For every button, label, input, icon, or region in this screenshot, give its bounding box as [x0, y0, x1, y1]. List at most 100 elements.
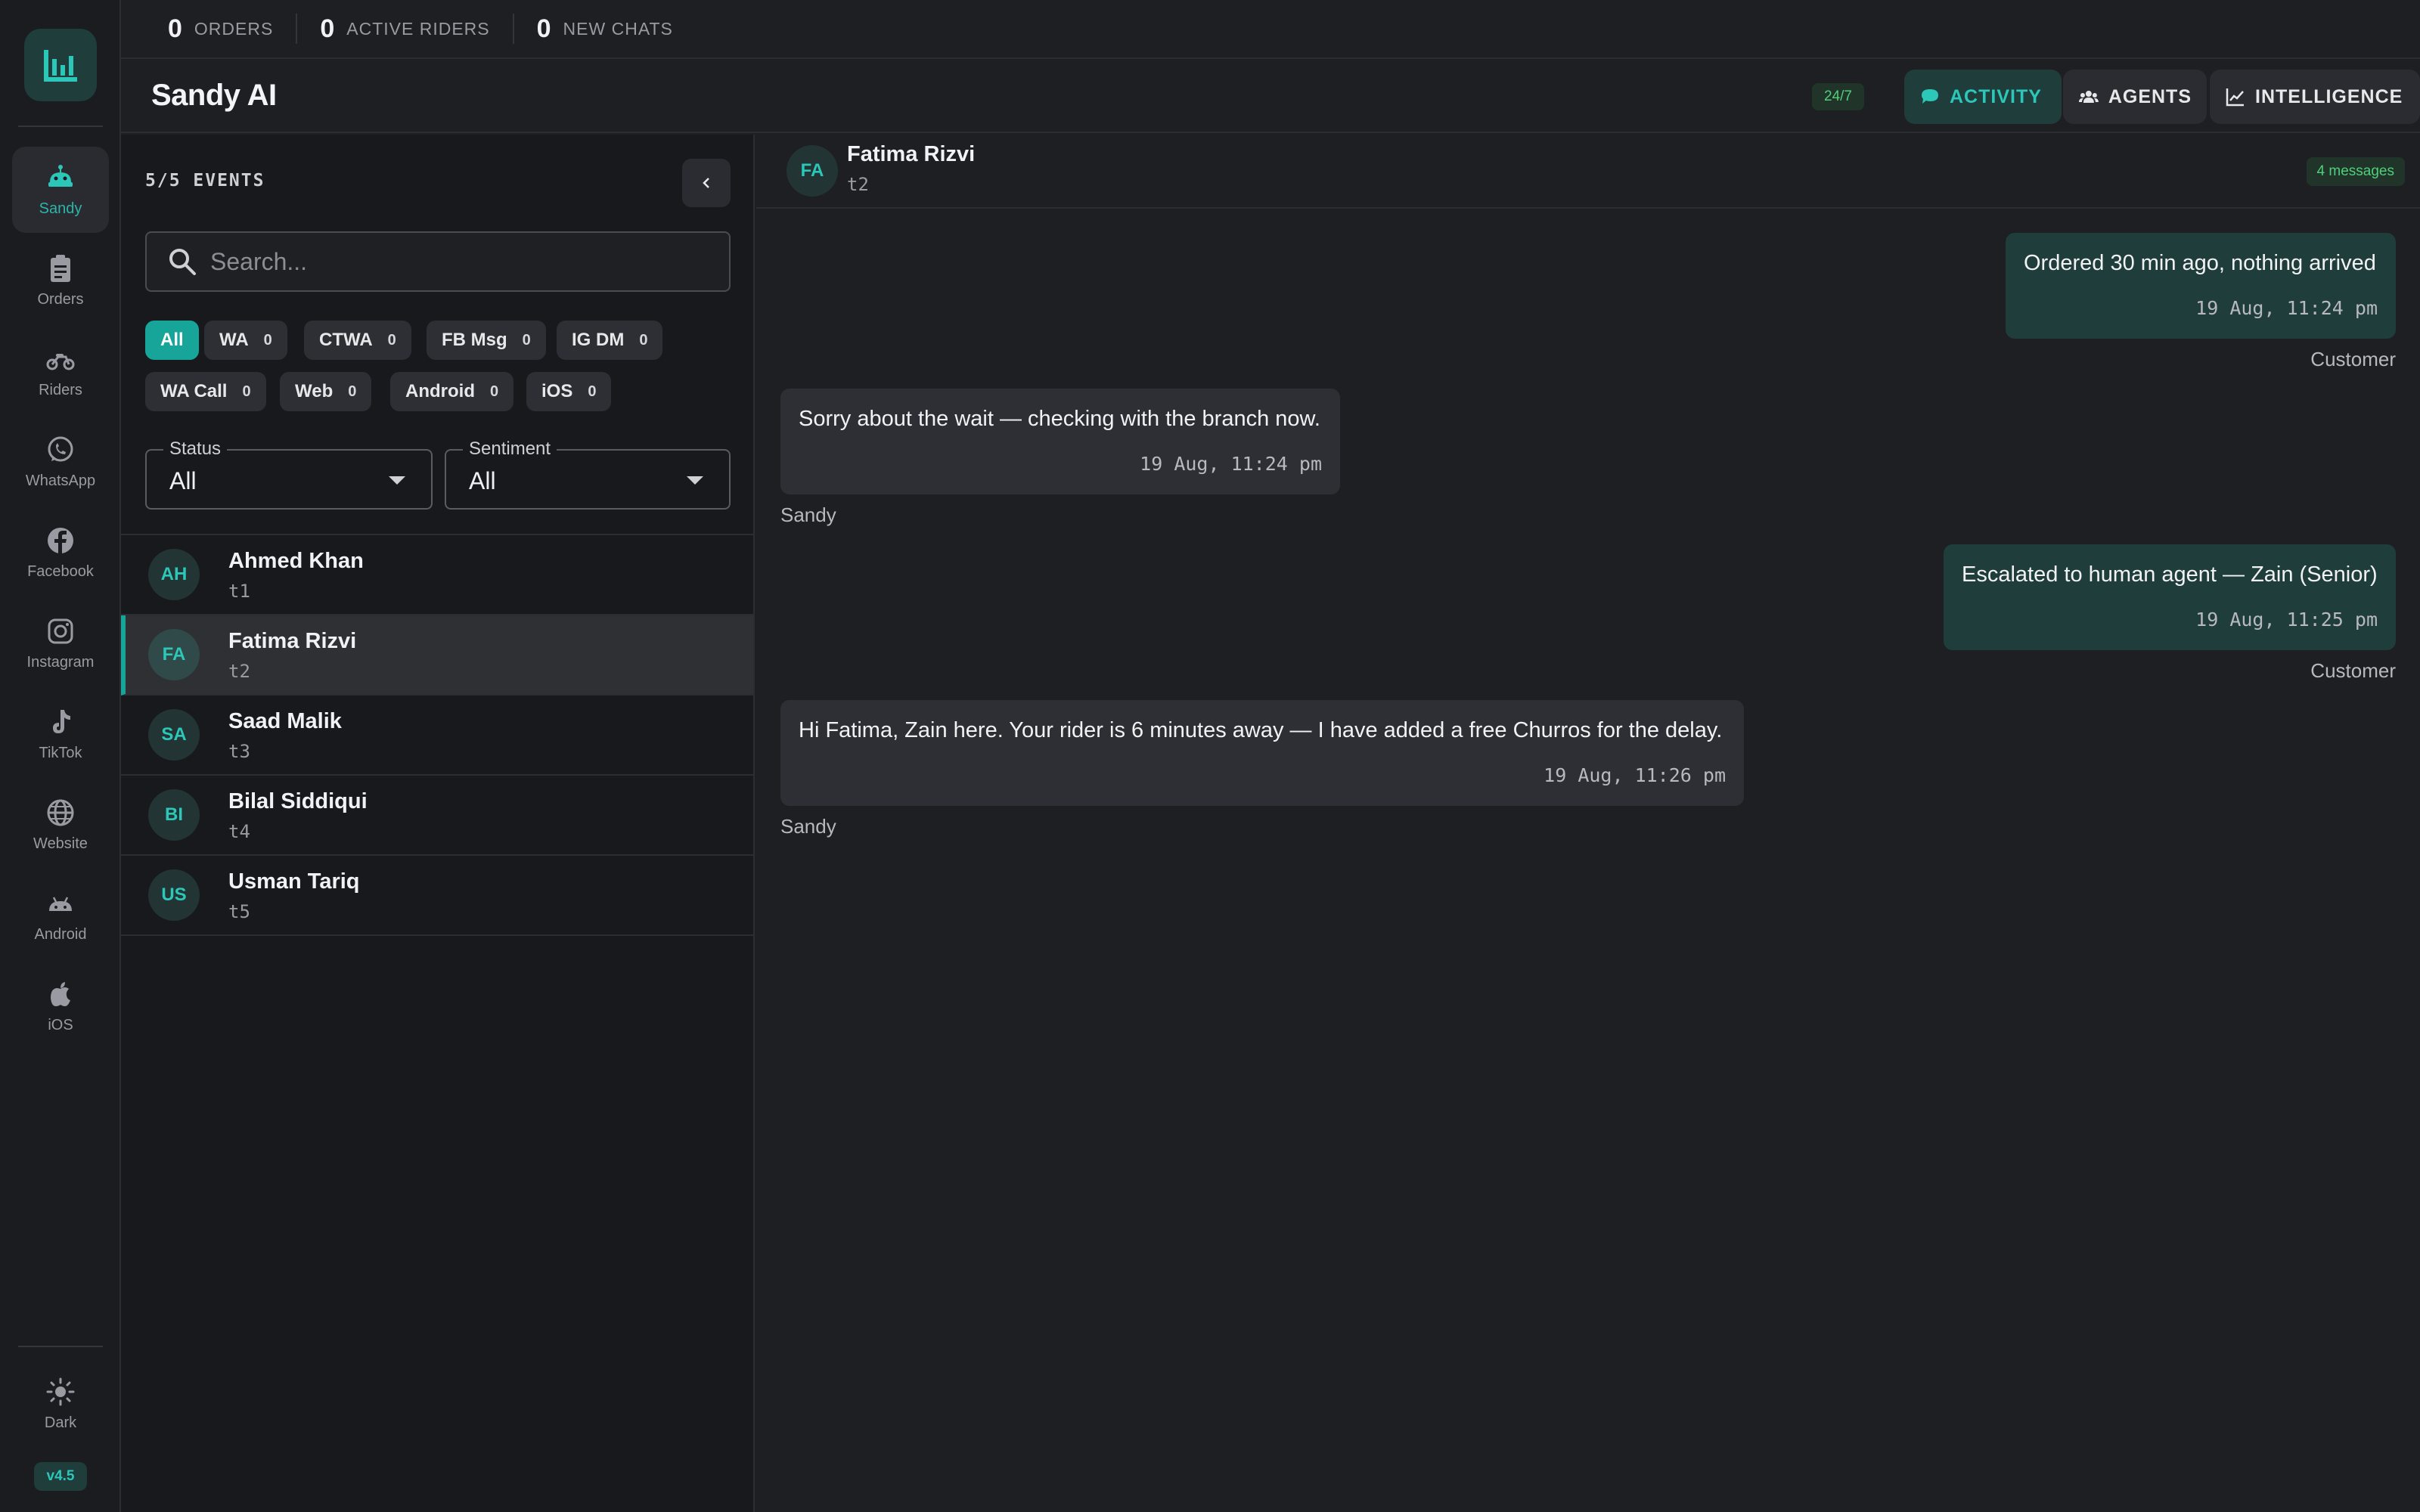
- availability-badge: 24/7: [1812, 83, 1864, 110]
- tab-label: ACTIVITY: [1950, 85, 2042, 107]
- message-sender: Customer: [2310, 659, 2396, 682]
- app-logo[interactable]: [24, 29, 97, 101]
- rail-item-ios[interactable]: iOS: [12, 963, 109, 1049]
- contact-name: Usman Tariq: [228, 869, 360, 894]
- stat-new-chats: 0 NEW CHATS: [537, 14, 696, 44]
- thread-id: t1: [228, 581, 250, 602]
- message-time: 19 Aug, 11:24 pm: [1140, 453, 1322, 475]
- tab-label: AGENTS: [2108, 85, 2192, 107]
- globe-icon: [47, 799, 74, 826]
- rail-divider: [18, 1346, 103, 1347]
- rail-item-orders[interactable]: Orders: [12, 237, 109, 324]
- chip-ctwa[interactable]: CTWA 0: [304, 321, 411, 360]
- list-item[interactable]: BI Bilal Siddiqui t4: [121, 776, 753, 856]
- stat-value: 0: [168, 14, 182, 43]
- message-time: 19 Aug, 11:26 pm: [1544, 764, 1726, 786]
- list-item[interactable]: AH Ahmed Khan t1: [121, 535, 753, 615]
- rail-item-label: WhatsApp: [25, 472, 96, 489]
- status-select-label: Status: [163, 438, 228, 460]
- avatar: SA: [148, 709, 200, 761]
- tab-intelligence[interactable]: INTELLIGENCE: [2210, 70, 2420, 124]
- users-icon: [2078, 91, 2099, 103]
- rail-item-label: Facebook: [27, 562, 94, 580]
- avatar: US: [148, 869, 200, 921]
- stat-value: 0: [536, 14, 551, 43]
- chip-wa[interactable]: WA 0: [204, 321, 287, 360]
- chip-web[interactable]: Web 0: [280, 372, 372, 411]
- rail-item-instagram[interactable]: Instagram: [12, 600, 109, 686]
- page-title: Sandy AI: [151, 79, 277, 112]
- message-text: Sorry about the wait — checking with the…: [799, 407, 1320, 431]
- rail-item-label: Sandy: [39, 200, 82, 217]
- rail-item-label: TikTok: [39, 744, 82, 761]
- chip-fb-msg[interactable]: FB Msg 0: [427, 321, 546, 360]
- rail-item-riders[interactable]: Riders: [12, 328, 109, 414]
- status-select[interactable]: Status All: [145, 438, 433, 510]
- contact-name: Bilal Siddiqui: [228, 789, 368, 813]
- rail-item-sandy[interactable]: Sandy: [12, 147, 109, 233]
- stat-value: 0: [320, 14, 335, 43]
- search-input[interactable]: [210, 247, 724, 276]
- chip-all[interactable]: All: [145, 321, 199, 360]
- rail-item-label: Riders: [39, 381, 82, 398]
- tiktok-icon: [53, 709, 70, 733]
- thread-id: t3: [228, 741, 250, 762]
- chevron-left-icon: [703, 178, 709, 188]
- chat-bubble-icon: [1922, 89, 1938, 104]
- stats-bar: 0 ORDERS 0 ACTIVE RIDERS 0 NEW CHATS: [121, 0, 2420, 59]
- contact-name: Ahmed Khan: [228, 549, 364, 573]
- chip-ios[interactable]: iOS 0: [526, 372, 612, 411]
- sentiment-select-label: Sentiment: [463, 438, 557, 460]
- app-root: Sandy Orders Riders WhatsApp Facebook In…: [0, 0, 2420, 1512]
- events-panel: 5/5 EVENTS All WA0 CTWA0 FB Msg0 IG DM0 …: [121, 135, 755, 1512]
- stat-active-riders: 0 ACTIVE RIDERS: [320, 14, 514, 44]
- avatar: AH: [148, 549, 200, 600]
- message-bubble-incoming: Sorry about the wait — checking with the…: [780, 389, 1340, 494]
- sentiment-select-value: All: [469, 467, 496, 494]
- avatar: BI: [148, 789, 200, 841]
- caret-down-icon: [389, 476, 405, 485]
- rail-item-tiktok[interactable]: TikTok: [12, 691, 109, 777]
- caret-down-icon: [687, 476, 703, 485]
- list-item[interactable]: FA Fatima Rizvi t2: [121, 615, 753, 696]
- android-icon: [49, 896, 72, 911]
- rail-item-whatsapp[interactable]: WhatsApp: [12, 419, 109, 505]
- version-badge: v4.5: [34, 1462, 87, 1491]
- chip-label: Web: [295, 381, 334, 401]
- message-bubble-outgoing: Escalated to human agent — Zain (Senior)…: [1944, 544, 2396, 650]
- chip-ig-dm[interactable]: IG DM 0: [557, 321, 663, 360]
- chip-android[interactable]: Android 0: [390, 372, 514, 411]
- search-box[interactable]: [145, 231, 731, 292]
- message-count-badge: 4 messages: [2306, 157, 2405, 186]
- conversation-list: AH Ahmed Khan t1 FA Fatima Rizvi t2 SA S…: [121, 534, 753, 936]
- rail-item-android[interactable]: Android: [12, 872, 109, 959]
- theme-label: Dark: [44, 1414, 77, 1431]
- message-sender: Sandy: [780, 815, 836, 838]
- chip-label: CTWA: [319, 330, 373, 350]
- message-text: Escalated to human agent — Zain (Senior): [1962, 562, 2378, 587]
- clipboard-icon: [51, 254, 70, 282]
- rail-item-facebook[interactable]: Facebook: [12, 510, 109, 596]
- tab-activity[interactable]: ACTIVITY: [1904, 70, 2062, 124]
- chip-label: All: [160, 330, 184, 350]
- whatsapp-icon: [48, 436, 73, 461]
- rail-item-label: Instagram: [26, 653, 95, 671]
- tab-agents[interactable]: AGENTS: [2063, 70, 2207, 124]
- trend-chart-icon: [2226, 88, 2244, 107]
- rail-item-website[interactable]: Website: [12, 782, 109, 868]
- list-item[interactable]: US Usman Tariq t5: [121, 856, 753, 936]
- rail-item-label: iOS: [48, 1016, 73, 1033]
- status-select-value: All: [169, 467, 197, 494]
- message-time: 19 Aug, 11:24 pm: [2195, 297, 2378, 319]
- chip-label: WA Call: [160, 381, 228, 401]
- list-item[interactable]: SA Saad Malik t3: [121, 696, 753, 776]
- rail-divider: [18, 125, 103, 127]
- chip-wa-call[interactable]: WA Call 0: [145, 372, 266, 411]
- message-sender: Sandy: [780, 503, 836, 526]
- thread-id: t4: [228, 821, 250, 842]
- sentiment-select[interactable]: Sentiment All: [445, 438, 731, 510]
- theme-toggle[interactable]: Dark: [12, 1361, 109, 1447]
- chat-view: FA Fatima Rizvi t2 4 messages Ordered 30…: [756, 135, 2420, 1512]
- collapse-panel-button[interactable]: [682, 159, 731, 207]
- left-rail: Sandy Orders Riders WhatsApp Facebook In…: [0, 0, 121, 1512]
